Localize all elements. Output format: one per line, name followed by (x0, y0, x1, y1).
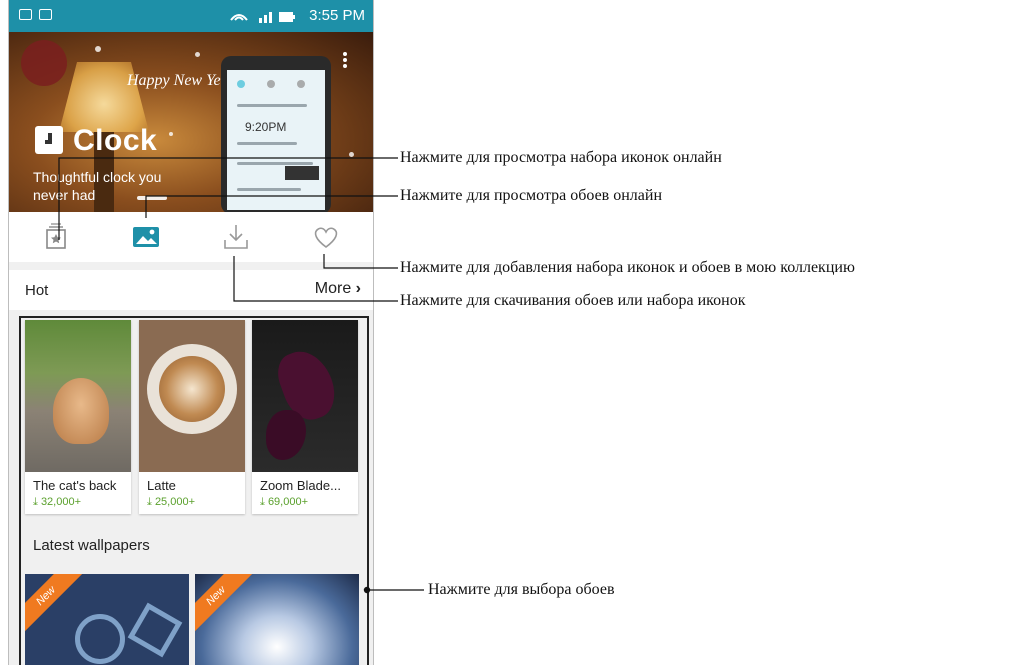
callout-download: Нажмите для скачивания обоев или набора … (400, 292, 746, 309)
callout-line-icon-packs (58, 157, 398, 240)
callout-icon-packs-online: Нажмите для просмотра набора иконок онла… (400, 149, 722, 166)
callout-add-to-collection: Нажмите для добавления набора иконок и о… (400, 259, 855, 276)
callout-line-wallpapers (145, 195, 398, 218)
callout-select-wallpaper: Нажмите для выбора обоев (428, 581, 615, 598)
callout-line-download (233, 256, 398, 302)
callout-line-favorites (323, 254, 398, 269)
callout-wallpapers-online: Нажмите для просмотра обоев онлайн (400, 187, 663, 204)
callout-lines (58, 157, 424, 594)
callout-dot (363, 586, 371, 594)
